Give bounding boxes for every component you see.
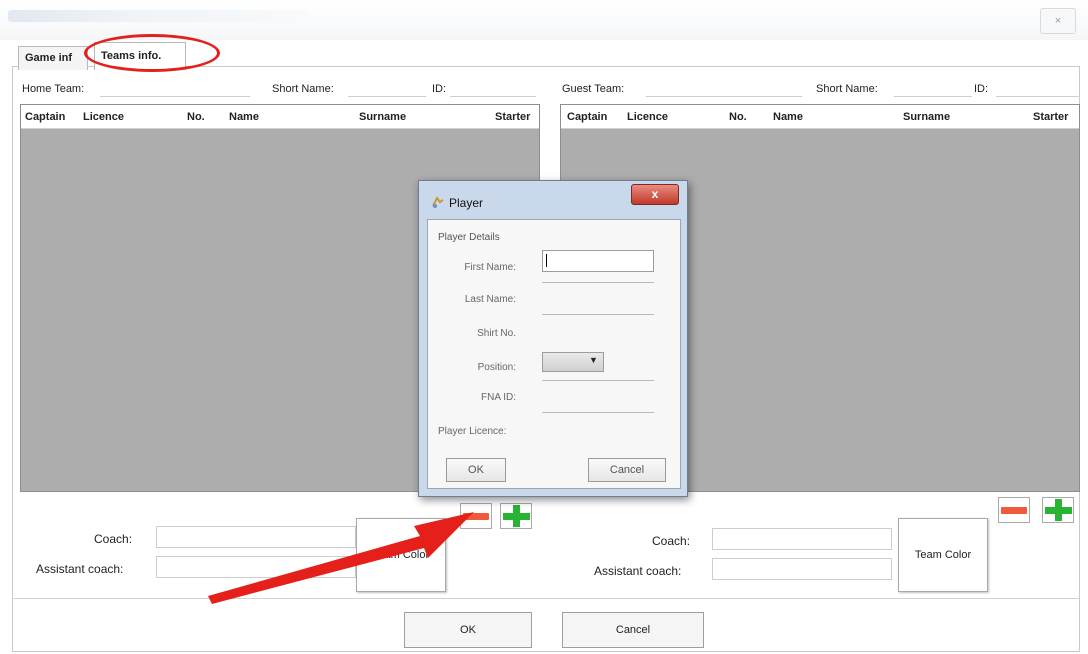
annotation-arrow-icon [208, 512, 474, 604]
